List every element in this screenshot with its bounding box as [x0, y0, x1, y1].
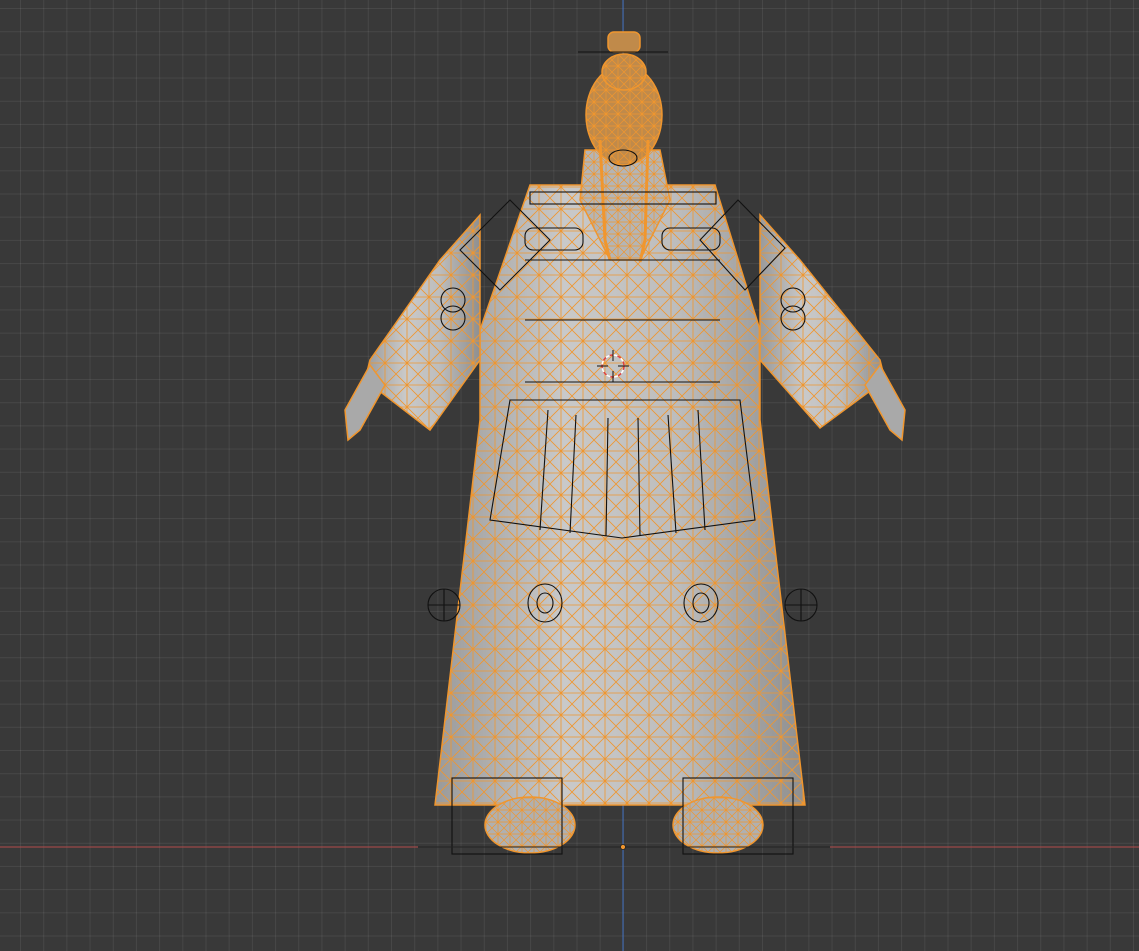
- character-mesh[interactable]: [344, 31, 906, 854]
- 3d-viewport[interactable]: [0, 0, 1139, 951]
- object-origin-icon: [620, 844, 626, 850]
- viewport-scene[interactable]: [0, 0, 1139, 951]
